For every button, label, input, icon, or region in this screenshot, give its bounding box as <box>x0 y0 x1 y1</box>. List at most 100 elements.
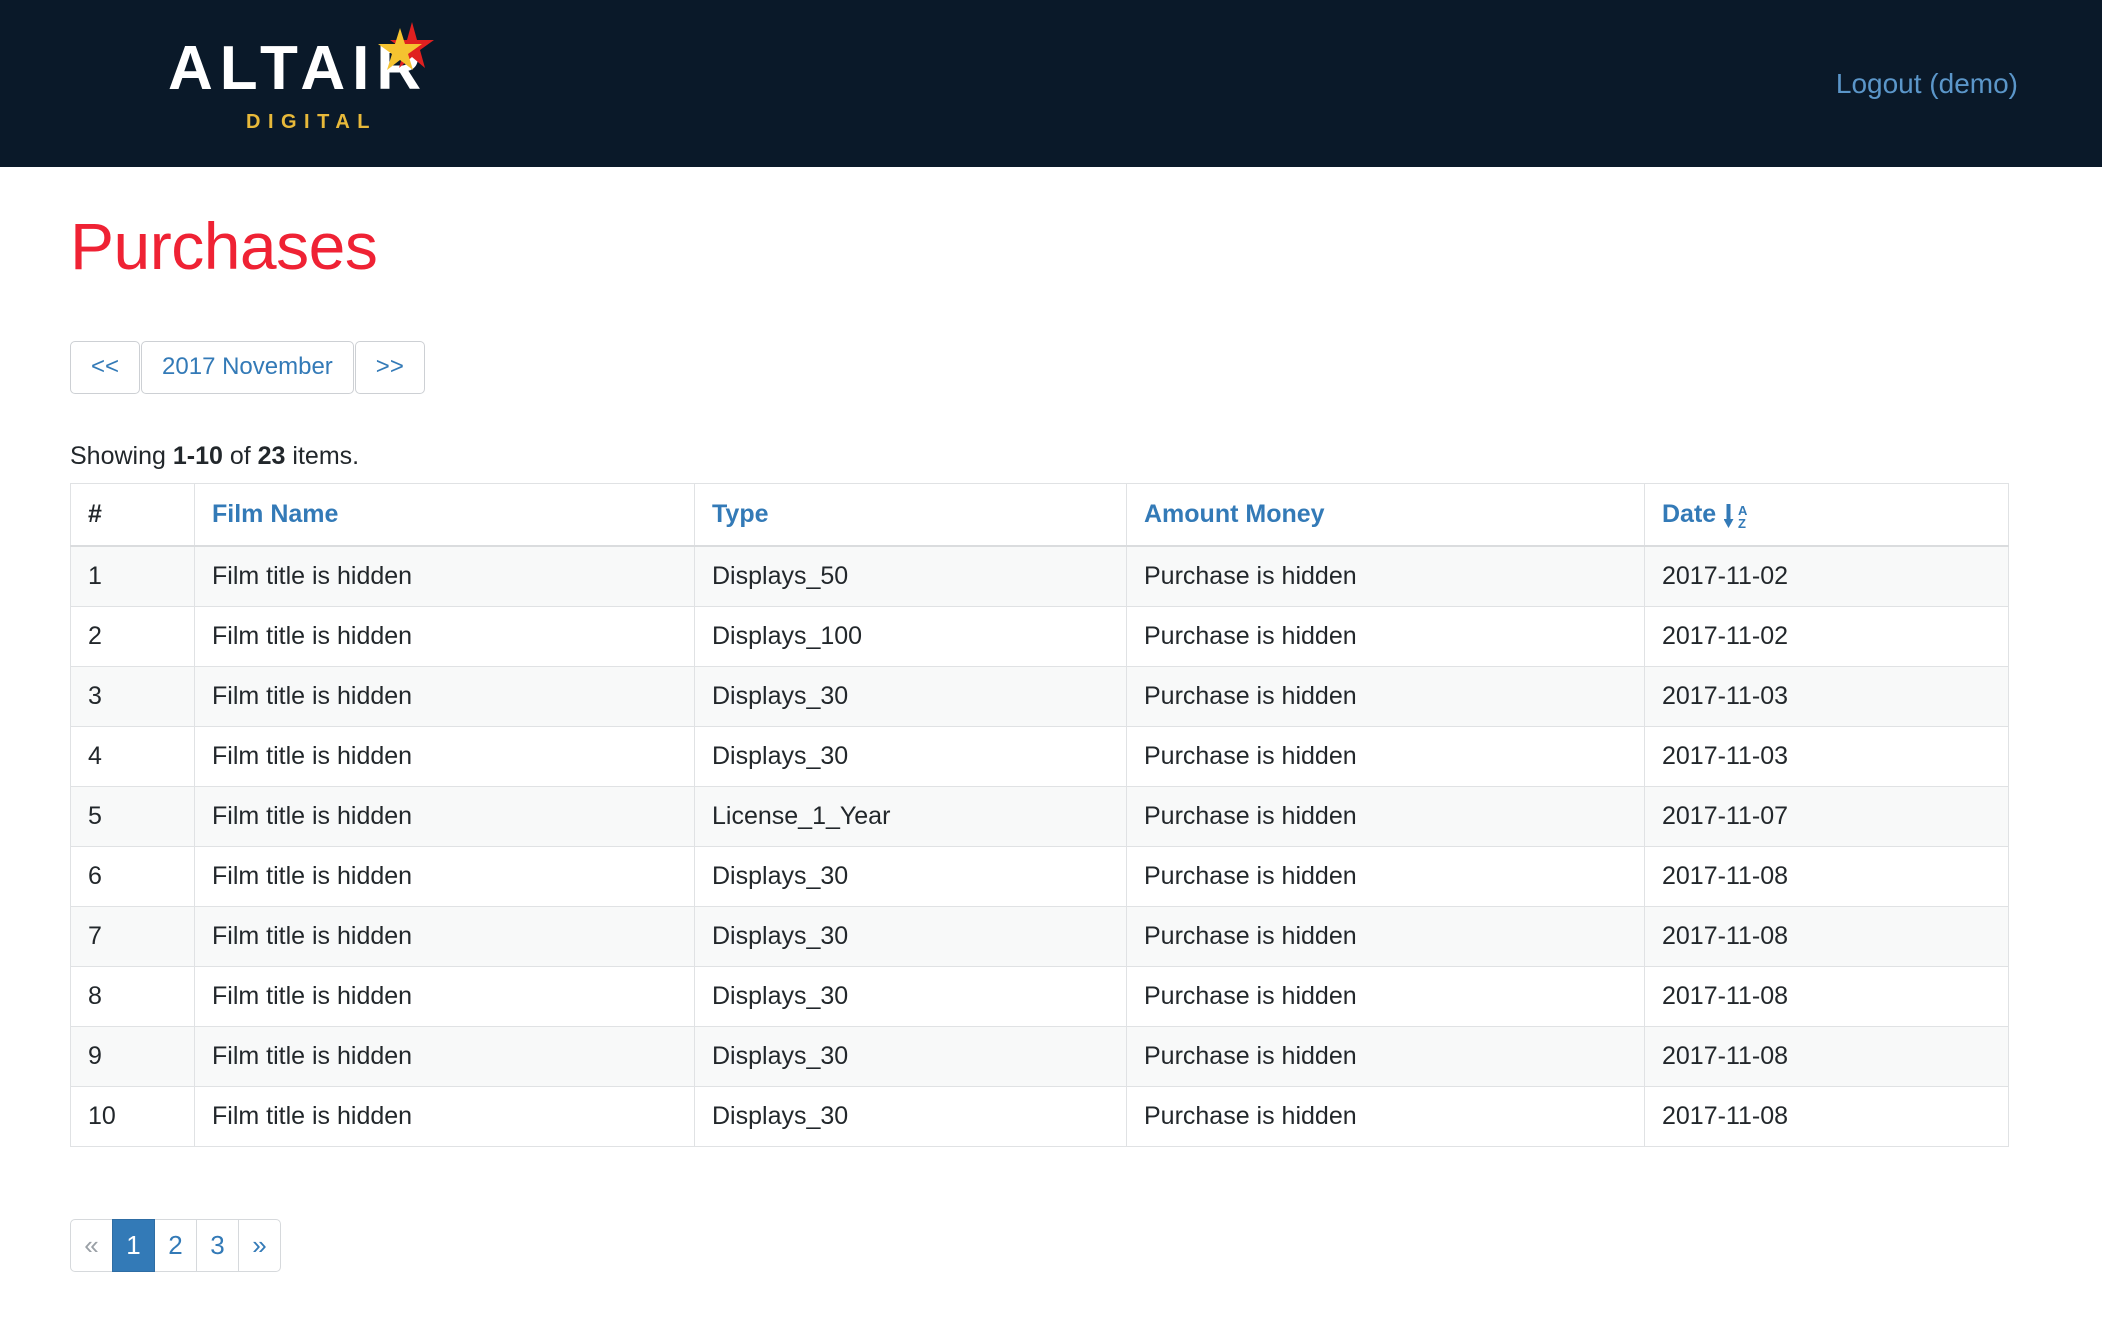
cell-num: 9 <box>70 1025 195 1087</box>
table-row: 3 Film title is hidden Displays_30 Purchase… <box>70 665 2009 727</box>
column-label-type: Type <box>712 499 769 528</box>
table-row: 8 Film title is hidden Displays_30 Purchase… <box>70 965 2009 1027</box>
cell-film: Film title is hidden <box>194 845 695 907</box>
table-row: 4 Film title is hidden Displays_30 Purchase… <box>70 725 2009 787</box>
cell-num: 3 <box>70 665 195 727</box>
summary-prefix: Showing <box>70 441 173 470</box>
cell-date: 2017-11-08 <box>1644 1085 2009 1147</box>
pagination-page-1: 1 <box>112 1218 155 1272</box>
cell-amount: Purchase is hidden <box>1126 545 1645 607</box>
table-row: 7 Film title is hidden Displays_30 Purchase… <box>70 905 2009 967</box>
column-header-film-name[interactable]: Film Name <box>194 482 695 548</box>
cell-num: 7 <box>70 905 195 967</box>
table-row: 5 Film title is hidden License_1_Year Purch… <box>70 785 2009 847</box>
cell-amount: Purchase is hidden <box>1126 905 1645 967</box>
cell-type: Displays_30 <box>694 1025 1127 1087</box>
cell-type: Displays_30 <box>694 725 1127 787</box>
cell-date: 2017-11-08 <box>1644 1025 2009 1087</box>
table-row: 6 Film title is hidden Displays_30 Purchase… <box>70 845 2009 907</box>
page-title: Purchases <box>70 209 378 283</box>
sort-alpha-down-icon: A Z <box>1723 501 1750 531</box>
cell-type: Displays_30 <box>694 845 1127 907</box>
table-row: 2 Film title is hidden Displays_100 Purchas… <box>70 605 2009 667</box>
table-row: 10 Film title is hidden Displays_30 Purchas… <box>70 1085 2009 1147</box>
pagination-page-3[interactable]: 3 <box>196 1218 239 1272</box>
pagination-page-2[interactable]: 2 <box>154 1218 197 1272</box>
summary-middle: of <box>222 441 258 470</box>
cell-date: 2017-11-02 <box>1644 605 2009 667</box>
cell-film: Film title is hidden <box>194 1085 695 1147</box>
column-header-type[interactable]: Type <box>694 482 1127 548</box>
top-navbar: ALTAIR DIGITAL Logout (demo) <box>0 0 2102 167</box>
sort-link-amount-money[interactable]: Amount Money <box>1144 500 1325 529</box>
sort-link-date[interactable]: Date A Z <box>1662 499 1750 532</box>
table-header: # Film Name Type Amount Money Date A Z <box>70 482 2009 548</box>
cell-amount: Purchase is hidden <box>1126 1085 1645 1147</box>
brand-logo[interactable]: ALTAIR DIGITAL <box>168 20 468 133</box>
brand-subtitle: DIGITAL <box>246 111 378 133</box>
cell-amount: Purchase is hidden <box>1126 725 1645 787</box>
cell-type: Displays_50 <box>694 545 1127 607</box>
cell-type: Displays_30 <box>694 905 1127 967</box>
cell-num: 1 <box>70 545 195 607</box>
cell-film: Film title is hidden <box>194 965 695 1027</box>
column-label-amount-money: Amount Money <box>1144 499 1325 528</box>
column-label-date: Date <box>1662 499 1717 528</box>
cell-num: 4 <box>70 725 195 787</box>
column-label-film-name: Film Name <box>212 499 339 528</box>
next-month-button[interactable]: >> <box>354 340 425 394</box>
column-header-date[interactable]: Date A Z <box>1644 482 2009 548</box>
cell-film: Film title is hidden <box>194 605 695 667</box>
cell-num: 5 <box>70 785 195 847</box>
cell-num: 10 <box>70 1085 195 1147</box>
table-row: 1 Film title is hidden Displays_50 Purchase… <box>70 545 2009 607</box>
summary-total: 23 <box>257 441 286 470</box>
cell-date: 2017-11-08 <box>1644 905 2009 967</box>
cell-date: 2017-11-03 <box>1644 665 2009 727</box>
purchases-table: # Film Name Type Amount Money Date A Z 1… <box>70 482 2009 1147</box>
month-navigation: << 2017 November >> <box>70 340 425 394</box>
cell-date: 2017-11-07 <box>1644 785 2009 847</box>
cell-date: 2017-11-08 <box>1644 845 2009 907</box>
table-header-row: # Film Name Type Amount Money Date A Z <box>70 482 2009 548</box>
cell-amount: Purchase is hidden <box>1126 845 1645 907</box>
column-header-number: # <box>70 482 195 548</box>
cell-date: 2017-11-03 <box>1644 725 2009 787</box>
cell-num: 6 <box>70 845 195 907</box>
star-icon <box>378 20 434 76</box>
column-header-amount-money[interactable]: Amount Money <box>1126 482 1645 548</box>
pagination: «1 2 3» <box>70 1218 281 1272</box>
summary-suffix: items. <box>285 441 360 470</box>
cell-amount: Purchase is hidden <box>1126 665 1645 727</box>
cell-amount: Purchase is hidden <box>1126 605 1645 667</box>
cell-film: Film title is hidden <box>194 905 695 967</box>
cell-type: Displays_100 <box>694 605 1127 667</box>
page-container: Purchases << 2017 November >> Showing 1-… <box>0 167 2102 1272</box>
cell-film: Film title is hidden <box>194 785 695 847</box>
summary-range: 1-10 <box>172 441 223 470</box>
sort-link-type[interactable]: Type <box>712 500 769 529</box>
table-row: 9 Film title is hidden Displays_30 Purchase… <box>70 1025 2009 1087</box>
cell-date: 2017-11-08 <box>1644 965 2009 1027</box>
cell-type: Displays_30 <box>694 1085 1127 1147</box>
pagination-next[interactable]: » <box>238 1218 281 1272</box>
cell-film: Film title is hidden <box>194 545 695 607</box>
table-body: 1 Film title is hidden Displays_50 Purchase… <box>70 545 2009 1147</box>
cell-amount: Purchase is hidden <box>1126 965 1645 1027</box>
cell-type: License_1_Year <box>694 785 1127 847</box>
svg-text:Z: Z <box>1738 516 1746 531</box>
cell-num: 2 <box>70 605 195 667</box>
cell-film: Film title is hidden <box>194 725 695 787</box>
cell-film: Film title is hidden <box>194 1025 695 1087</box>
results-summary: Showing 1-10 of 23 items. <box>70 441 2032 471</box>
previous-month-button[interactable]: << <box>70 340 141 394</box>
current-month-button[interactable]: 2017 November <box>141 340 354 394</box>
sort-link-film-name[interactable]: Film Name <box>212 500 338 529</box>
cell-date: 2017-11-02 <box>1644 545 2009 607</box>
cell-film: Film title is hidden <box>194 665 695 727</box>
logout-link[interactable]: Logout (demo) <box>1836 0 2018 167</box>
cell-type: Displays_30 <box>694 965 1127 1027</box>
cell-num: 8 <box>70 965 195 1027</box>
cell-amount: Purchase is hidden <box>1126 1025 1645 1087</box>
cell-type: Displays_30 <box>694 665 1127 727</box>
